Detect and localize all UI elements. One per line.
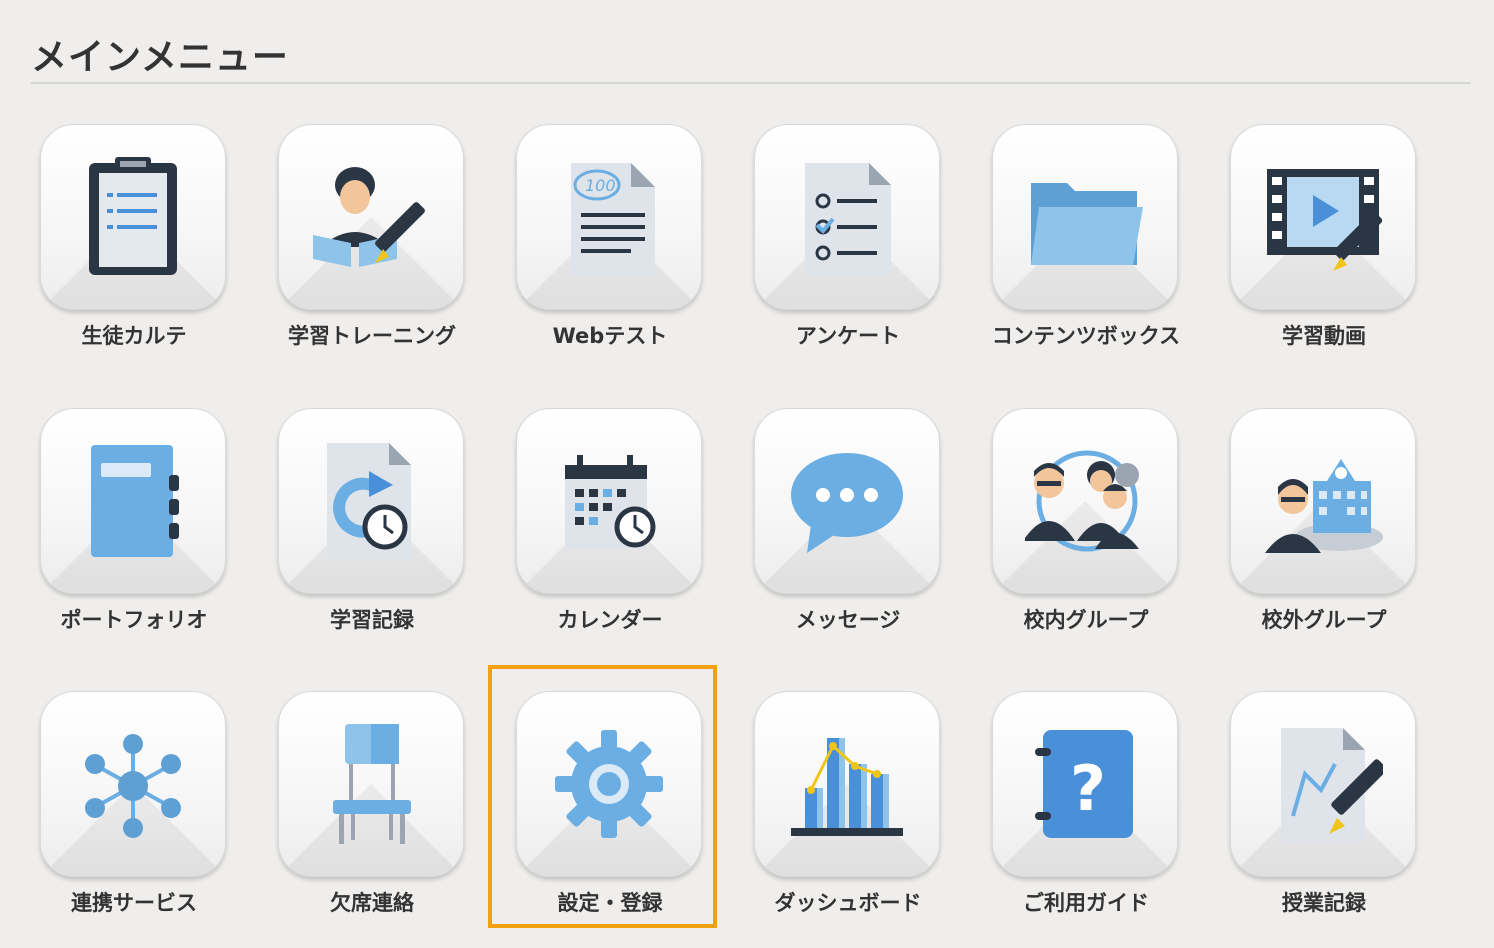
- menu-item-student-karte[interactable]: 生徒カルテ: [36, 124, 272, 370]
- menu-item-label: 校外グループ: [1261, 608, 1387, 632]
- menu-item-learning-video[interactable]: 学習動画: [1226, 124, 1462, 370]
- menu-item-label: 学習記録: [330, 608, 414, 632]
- guide-book-icon: ?: [1035, 730, 1133, 838]
- menu-item-label: 欠席連絡: [330, 891, 414, 915]
- gear-icon: [555, 730, 663, 838]
- network-hub-icon: [85, 734, 181, 838]
- menu-item-school-group[interactable]: 校内グループ: [988, 408, 1224, 654]
- menu-item-learning-record[interactable]: 学習記録: [274, 408, 510, 654]
- speech-bubble-icon: [791, 453, 903, 553]
- menu-item-survey[interactable]: アンケート: [750, 124, 986, 370]
- menu-item-message[interactable]: メッセージ: [750, 408, 986, 654]
- menu-item-label: 設定・登録: [557, 891, 663, 915]
- external-group-icon: [1265, 459, 1383, 553]
- menu-item-calendar[interactable]: カレンダー: [512, 408, 748, 654]
- study-record-icon: [327, 443, 411, 559]
- menu-item-learning-training[interactable]: 学習トレーニング: [274, 124, 510, 370]
- menu-item-label: 学習動画: [1282, 324, 1366, 348]
- menu-item-settings-registration[interactable]: 設定・登録: [512, 691, 748, 937]
- menu-item-linked-services[interactable]: 連携サービス: [36, 691, 272, 937]
- bar-chart-icon: [791, 738, 903, 836]
- menu-item-label: 連携サービス: [71, 891, 197, 915]
- menu-item-label: 授業記録: [1282, 891, 1366, 915]
- menu-item-user-guide[interactable]: ? ご利用ガイド: [988, 691, 1224, 937]
- menu-item-lesson-record[interactable]: 授業記録: [1226, 691, 1462, 937]
- school-group-icon: [1025, 450, 1139, 552]
- menu-item-absence-notice[interactable]: 欠席連絡: [274, 691, 510, 937]
- menu-item-web-test[interactable]: 100 Webテスト: [512, 124, 748, 370]
- menu-item-label: コンテンツボックス: [991, 324, 1181, 348]
- video-film-icon: [1267, 169, 1383, 271]
- menu-item-label: カレンダー: [557, 608, 663, 632]
- notebook-icon: [91, 445, 179, 557]
- survey-checklist-icon: [805, 163, 891, 275]
- menu-item-label: メッセージ: [795, 608, 901, 632]
- menu-item-label: ポートフォリオ: [60, 608, 208, 632]
- student-writing-icon: [313, 167, 425, 267]
- test-paper-icon: 100: [571, 163, 655, 275]
- main-menu-grid: 生徒カルテ 学習トレーニング 100 Webテスト アンケート コンテンツボック…: [0, 0, 1494, 948]
- menu-item-label: 生徒カルテ: [81, 324, 187, 348]
- menu-item-label: ダッシュボード: [774, 891, 922, 915]
- menu-item-label: 校内グループ: [1023, 608, 1149, 632]
- menu-item-label: Webテスト: [552, 324, 668, 348]
- menu-item-label: ご利用ガイド: [1023, 891, 1149, 915]
- calendar-icon: [565, 455, 656, 549]
- clipboard-icon: [89, 157, 177, 275]
- svg-text:100: 100: [585, 176, 616, 195]
- menu-item-portfolio[interactable]: ポートフォリオ: [36, 408, 272, 654]
- lesson-record-icon: [1281, 728, 1383, 842]
- menu-item-label: アンケート: [795, 324, 901, 348]
- menu-item-label: 学習トレーニング: [288, 324, 456, 348]
- chair-icon: [333, 724, 411, 844]
- svg-text:?: ?: [1070, 752, 1106, 825]
- menu-item-contents-box[interactable]: コンテンツボックス: [988, 124, 1224, 370]
- folder-icon: [1031, 183, 1143, 265]
- menu-item-external-group[interactable]: 校外グループ: [1226, 408, 1462, 654]
- menu-item-dashboard[interactable]: ダッシュボード: [750, 691, 986, 937]
